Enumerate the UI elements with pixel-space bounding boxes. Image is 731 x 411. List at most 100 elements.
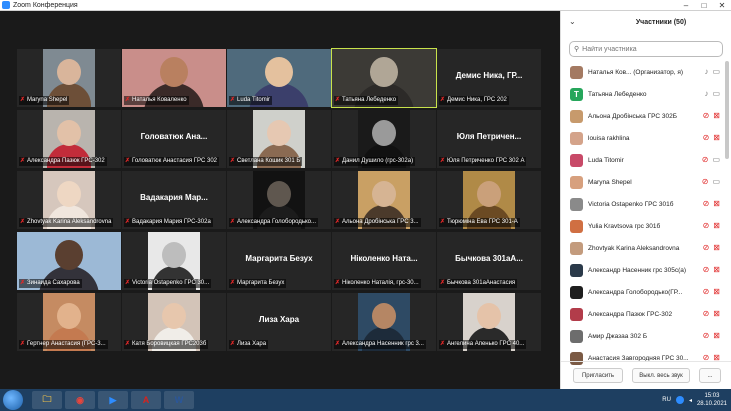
tile-name-label: ✗ Демис Ника, ГРС 202: [439, 96, 509, 105]
video-tile[interactable]: ✗ Татьяна Лебеденко: [331, 48, 437, 108]
video-tile[interactable]: ✗ Альона Дробінська ГРС 3...: [332, 171, 436, 229]
video-tile[interactable]: ✗ Zhovtyak Karina Aleksandrovna: [17, 171, 121, 229]
participants-header: ⌄ Участники (50): [561, 11, 731, 33]
video-tile[interactable]: ✗ Тюрюміна Ева ГРС 301-А: [437, 171, 541, 229]
taskbar-acrobat-icon[interactable]: A: [131, 391, 161, 409]
taskbar-chrome-icon[interactable]: ◉: [65, 391, 95, 409]
tile-name-text: Zhovtyak Karina Aleksandrovna: [27, 219, 112, 225]
video-tile[interactable]: Юля Петричен... ✗ Юля Петриченко ГРС 302 А: [437, 110, 541, 168]
participant-row[interactable]: Наталья Ков... (Организатор, я) ♪ ▭: [561, 61, 731, 83]
video-tile[interactable]: ✗ Зинаида Сахарова: [17, 232, 121, 290]
video-tile[interactable]: Головатюк Ана... ✗ Головатюк Анастасия ГРС…: [122, 110, 226, 168]
video-tile[interactable]: ✗ Victoria Ostapenko ГРС 30...: [122, 232, 226, 290]
mic-muted-icon[interactable]: ⊘: [702, 155, 709, 164]
chevron-down-icon[interactable]: ⌄: [569, 17, 576, 26]
mic-icon[interactable]: ♪: [704, 67, 708, 76]
participant-row[interactable]: Luda Titomir ⊘ ▭: [561, 149, 731, 171]
mic-muted-icon[interactable]: ⊘: [703, 243, 710, 252]
participant-name: Амир Джазаа 302 Б: [588, 332, 648, 340]
avatar: [570, 65, 583, 79]
video-icon[interactable]: ▭: [712, 89, 720, 98]
close-button[interactable]: ✕: [713, 0, 731, 11]
participant-name: Victoria Ostapenko ГРС 301б: [588, 200, 674, 208]
video-tile[interactable]: ✗ Данил Душило (грс-302а): [332, 110, 436, 168]
mic-muted-icon[interactable]: ⊘: [702, 177, 709, 186]
mic-muted-icon: ✗: [20, 158, 26, 164]
mic-icon[interactable]: ♪: [704, 89, 708, 98]
participant-row[interactable]: Maryna Shepel ⊘ ▭: [561, 171, 731, 193]
start-button[interactable]: [3, 390, 23, 410]
participant-row[interactable]: Альона Дробінська ГРС 302Б ⊘ ⊠: [561, 105, 731, 127]
video-icon[interactable]: ▭: [712, 177, 720, 186]
participant-name: Наталья Ков... (Организатор, я): [588, 68, 684, 76]
video-tile[interactable]: Вадакария Мар... ✗ Вадакария Мария ГРС-302…: [122, 171, 226, 229]
participant-search-input[interactable]: [582, 45, 713, 53]
video-tile[interactable]: ✗ Александра Пазюк ГРС-302: [17, 110, 121, 168]
taskbar-word-icon[interactable]: W: [164, 391, 194, 409]
video-tile[interactable]: ✗ Гертнер Анастасия (ГРС-3...: [17, 293, 121, 351]
mic-muted-icon: ✗: [440, 280, 446, 286]
video-off-icon[interactable]: ⊠: [713, 243, 720, 252]
participant-row[interactable]: Александра Пазюк ГРС-302 ⊘ ⊠: [561, 303, 731, 325]
avatar: [570, 241, 583, 255]
video-off-icon[interactable]: ⊠: [713, 133, 720, 142]
more-button[interactable]: ...: [699, 368, 721, 383]
participant-row[interactable]: Victoria Ostapenko ГРС 301б ⊘ ⊠: [561, 193, 731, 215]
mic-muted-icon: ✗: [335, 219, 341, 225]
video-off-icon[interactable]: ⊠: [713, 309, 720, 318]
mic-muted-icon[interactable]: ⊘: [703, 331, 710, 340]
video-off-icon[interactable]: ⊠: [713, 331, 720, 340]
mic-muted-icon[interactable]: ⊘: [703, 111, 710, 120]
video-icon[interactable]: ▭: [712, 155, 720, 164]
participant-row[interactable]: Zhovtyak Karina Aleksandrovna ⊘ ⊠: [561, 237, 731, 259]
mic-muted-icon[interactable]: ⊘: [703, 309, 710, 318]
mic-muted-icon[interactable]: ⊘: [703, 199, 710, 208]
participant-row[interactable]: louisa rakhlina ⊘ ⊠: [561, 127, 731, 149]
participant-row[interactable]: Александр Насенник грс 305с(а) ⊘ ⊠: [561, 259, 731, 281]
video-tile[interactable]: Ніколенко Ната... ✗ Ніколенко Наталія, грс…: [332, 232, 436, 290]
participant-row[interactable]: Александра Голобородько(ГР... ⊘ ⊠: [561, 281, 731, 303]
invite-button[interactable]: Пригласить: [573, 368, 623, 383]
video-tile[interactable]: Маргарита Безух ✗ Маргарита Безух: [227, 232, 331, 290]
participant-row[interactable]: Амир Джазаа 302 Б ⊘ ⊠: [561, 325, 731, 347]
video-tile[interactable]: ✗ Maryna Shepel: [17, 49, 121, 107]
video-tile[interactable]: ✗ Наталья Коваленко: [122, 49, 226, 107]
video-tile[interactable]: ✗ Катя Боровицкая ГРС203б: [122, 293, 226, 351]
video-icon[interactable]: ▭: [712, 67, 720, 76]
video-tile[interactable]: Бычкова 301аА... ✗ Бычкова 301аАнастасия: [437, 232, 541, 290]
taskbar-explorer-icon[interactable]: 🗀: [32, 391, 62, 409]
search-icon: ⚲: [574, 46, 580, 53]
mic-muted-icon: ✗: [125, 219, 131, 225]
video-tile[interactable]: Лиза Хара ✗ Лиза Хара: [227, 293, 331, 351]
video-tile[interactable]: Демис Ника, ГР... ✗ Демис Ника, ГРС 202: [437, 49, 541, 107]
participant-name: Александр Насенник грс 305с(а): [588, 266, 687, 274]
video-tile[interactable]: ✗ Ангелина Апенько ГРС 40...: [437, 293, 541, 351]
taskbar-zoom-icon[interactable]: ▶: [98, 391, 128, 409]
mic-muted-icon[interactable]: ⊘: [703, 221, 710, 230]
participant-search[interactable]: ⚲: [569, 41, 723, 57]
maximize-button[interactable]: □: [695, 0, 713, 11]
video-off-icon[interactable]: ⊠: [713, 265, 720, 274]
video-tile[interactable]: ✗ Luda Titomir: [227, 49, 331, 107]
clock[interactable]: 15:03 28.10.2021: [697, 392, 727, 408]
video-off-icon[interactable]: ⊠: [713, 111, 720, 120]
video-tile[interactable]: ✗ Александра Насенник грс 3...: [332, 293, 436, 351]
mic-muted-icon[interactable]: ⊘: [703, 133, 710, 142]
participant-list-scrollbar[interactable]: [725, 61, 729, 159]
participant-status-icons: ⊘ ⊠: [703, 309, 720, 318]
mic-muted-icon[interactable]: ⊘: [703, 287, 710, 296]
video-tile[interactable]: ✗ Александра Голобородько...: [227, 171, 331, 229]
minimize-button[interactable]: –: [677, 0, 695, 11]
mic-muted-icon: ✗: [440, 97, 446, 103]
video-off-icon[interactable]: ⊠: [713, 221, 720, 230]
language-indicator[interactable]: RU: [662, 397, 671, 403]
video-tile[interactable]: ✗ Светлана Кошик 301 Б: [227, 110, 331, 168]
participant-row[interactable]: Yulia Kravtsova грс 301б ⊘ ⊠: [561, 215, 731, 237]
video-off-icon[interactable]: ⊠: [713, 287, 720, 296]
video-off-icon[interactable]: ⊠: [713, 199, 720, 208]
help-icon[interactable]: [675, 396, 684, 404]
mute-all-button[interactable]: Выкл. весь звук: [632, 368, 690, 383]
participant-row[interactable]: Т Татьяна Лебеденко ♪ ▭: [561, 83, 731, 105]
volume-icon[interactable]: ◂: [689, 397, 692, 404]
mic-muted-icon[interactable]: ⊘: [703, 265, 710, 274]
